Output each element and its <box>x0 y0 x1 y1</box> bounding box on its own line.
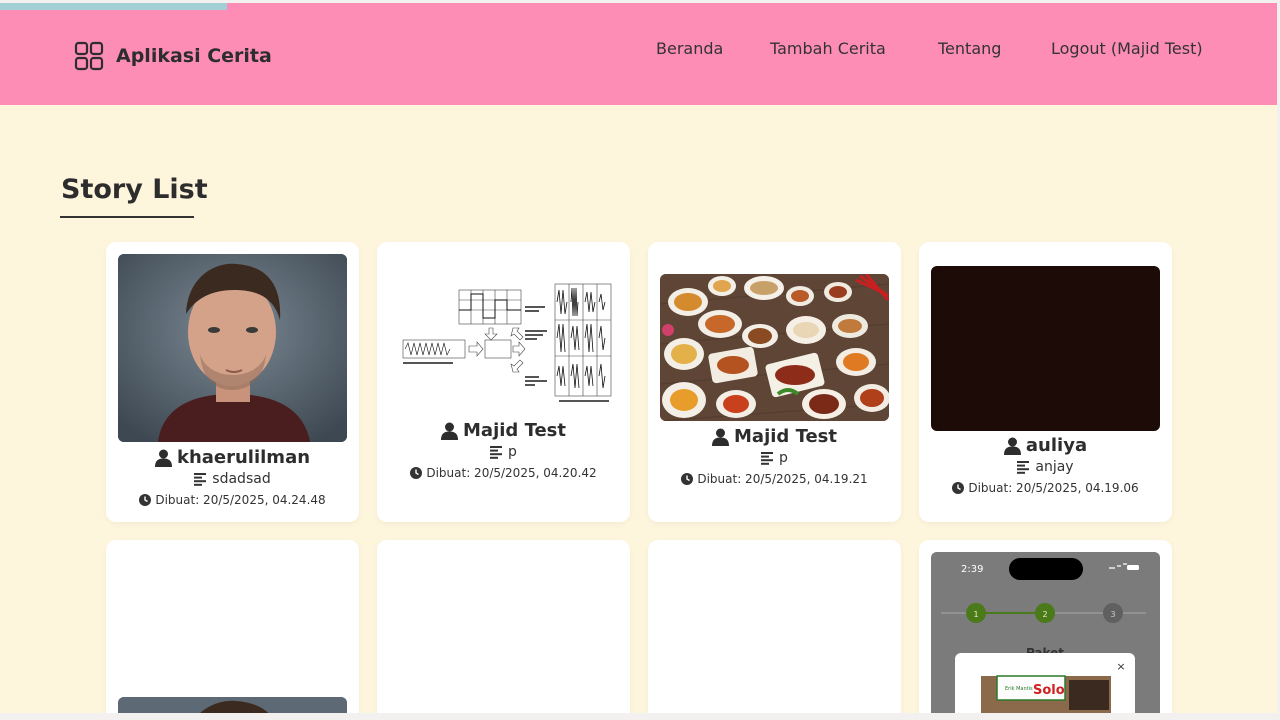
story-image-portrait <box>118 254 347 442</box>
story-card[interactable]: Majid Test p Dibuat: 20/5/2025, 04.19.21 <box>648 242 901 522</box>
app-title: Aplikasi Cerita <box>116 45 272 67</box>
created-text: Dibuat: 20/5/2025, 04.20.42 <box>426 466 597 480</box>
user-icon <box>1003 437 1021 455</box>
story-description: p <box>377 444 630 460</box>
svg-text:Erik Mantis: Erik Mantis <box>1005 686 1033 692</box>
window-bottom-edge <box>0 713 1280 720</box>
story-card[interactable]: auliya anjay Dibuat: 20/5/2025, 04.19.06 <box>919 242 1172 522</box>
story-meta: Majid Test p Dibuat: 20/5/2025, 04.19.21 <box>648 426 901 486</box>
story-created: Dibuat: 20/5/2025, 04.24.48 <box>106 493 359 507</box>
story-card[interactable] <box>106 540 359 713</box>
created-text: Dibuat: 20/5/2025, 04.24.48 <box>155 493 326 507</box>
created-text: Dibuat: 20/5/2025, 04.19.06 <box>968 481 1139 495</box>
story-image-portrait-partial <box>118 697 347 713</box>
app-header: Aplikasi Cerita Beranda Tambah Cerita Te… <box>0 3 1277 105</box>
story-meta: khaerulilman sdadsad Dibuat: 20/5/2025, … <box>106 447 359 507</box>
align-left-icon <box>1017 460 1030 474</box>
user-icon <box>154 449 172 467</box>
description-text: p <box>508 444 517 460</box>
story-author: auliya <box>919 435 1172 456</box>
svg-text:1: 1 <box>973 610 978 619</box>
clock-icon <box>139 494 152 506</box>
author-name: auliya <box>1025 435 1088 456</box>
svg-text:Solo: Solo <box>1033 683 1065 698</box>
clock-icon <box>952 482 965 494</box>
author-name: Majid Test <box>734 426 837 447</box>
story-image-diagram <box>389 280 618 410</box>
user-icon <box>712 428 730 446</box>
align-left-icon <box>490 445 503 459</box>
story-author: Majid Test <box>377 420 630 441</box>
story-card[interactable]: khaerulilman sdadsad Dibuat: 20/5/2025, … <box>106 242 359 522</box>
story-card[interactable]: Majid Test p Dibuat: 20/5/2025, 04.20.42 <box>377 242 630 522</box>
clock-icon <box>681 473 694 485</box>
page-title: Story List <box>61 174 208 205</box>
description-text: p <box>779 450 788 466</box>
story-author: khaerulilman <box>106 447 359 468</box>
story-card[interactable] <box>648 540 901 713</box>
story-description: anjay <box>919 459 1172 475</box>
grid-icon <box>74 41 104 71</box>
story-card[interactable] <box>377 540 630 713</box>
phone-time: 2:39 <box>961 564 983 575</box>
brand[interactable]: Aplikasi Cerita <box>74 41 272 71</box>
author-name: Majid Test <box>463 420 566 441</box>
user-icon <box>441 422 459 440</box>
story-created: Dibuat: 20/5/2025, 04.19.06 <box>919 481 1172 495</box>
svg-text:×: × <box>1116 660 1125 673</box>
title-underline <box>60 216 194 218</box>
nav-beranda[interactable]: Beranda <box>656 39 723 58</box>
story-author: Majid Test <box>648 426 901 447</box>
browser-viewport: Aplikasi Cerita Beranda Tambah Cerita Te… <box>0 0 1280 720</box>
story-description: sdadsad <box>106 471 359 487</box>
story-image-dark <box>931 266 1160 431</box>
story-description: p <box>648 450 901 466</box>
nav-tambah-cerita[interactable]: Tambah Cerita <box>770 39 886 58</box>
story-meta: auliya anjay Dibuat: 20/5/2025, 04.19.06 <box>919 435 1172 495</box>
story-image-food <box>660 274 889 421</box>
page-progress-bar <box>0 3 227 10</box>
nav-logout[interactable]: Logout (Majid Test) <box>1051 39 1203 58</box>
created-text: Dibuat: 20/5/2025, 04.19.21 <box>697 472 868 486</box>
svg-text:3: 3 <box>1110 610 1115 619</box>
clock-icon <box>410 467 423 479</box>
story-meta: Majid Test p Dibuat: 20/5/2025, 04.20.42 <box>377 420 630 480</box>
story-created: Dibuat: 20/5/2025, 04.19.21 <box>648 472 901 486</box>
svg-text:2: 2 <box>1042 610 1047 619</box>
story-card[interactable]: 2:39 1 2 3 Paket × Erik Mantis Solo <box>919 540 1172 713</box>
description-text: anjay <box>1035 459 1074 475</box>
author-name: khaerulilman <box>176 447 311 468</box>
story-image-phone-screenshot: 2:39 1 2 3 Paket × Erik Mantis Solo <box>931 552 1160 713</box>
nav-tentang[interactable]: Tentang <box>938 39 1001 58</box>
story-created: Dibuat: 20/5/2025, 04.20.42 <box>377 466 630 480</box>
align-left-icon <box>761 451 774 465</box>
align-left-icon <box>194 472 207 486</box>
page: Aplikasi Cerita Beranda Tambah Cerita Te… <box>0 3 1277 713</box>
description-text: sdadsad <box>212 471 271 487</box>
